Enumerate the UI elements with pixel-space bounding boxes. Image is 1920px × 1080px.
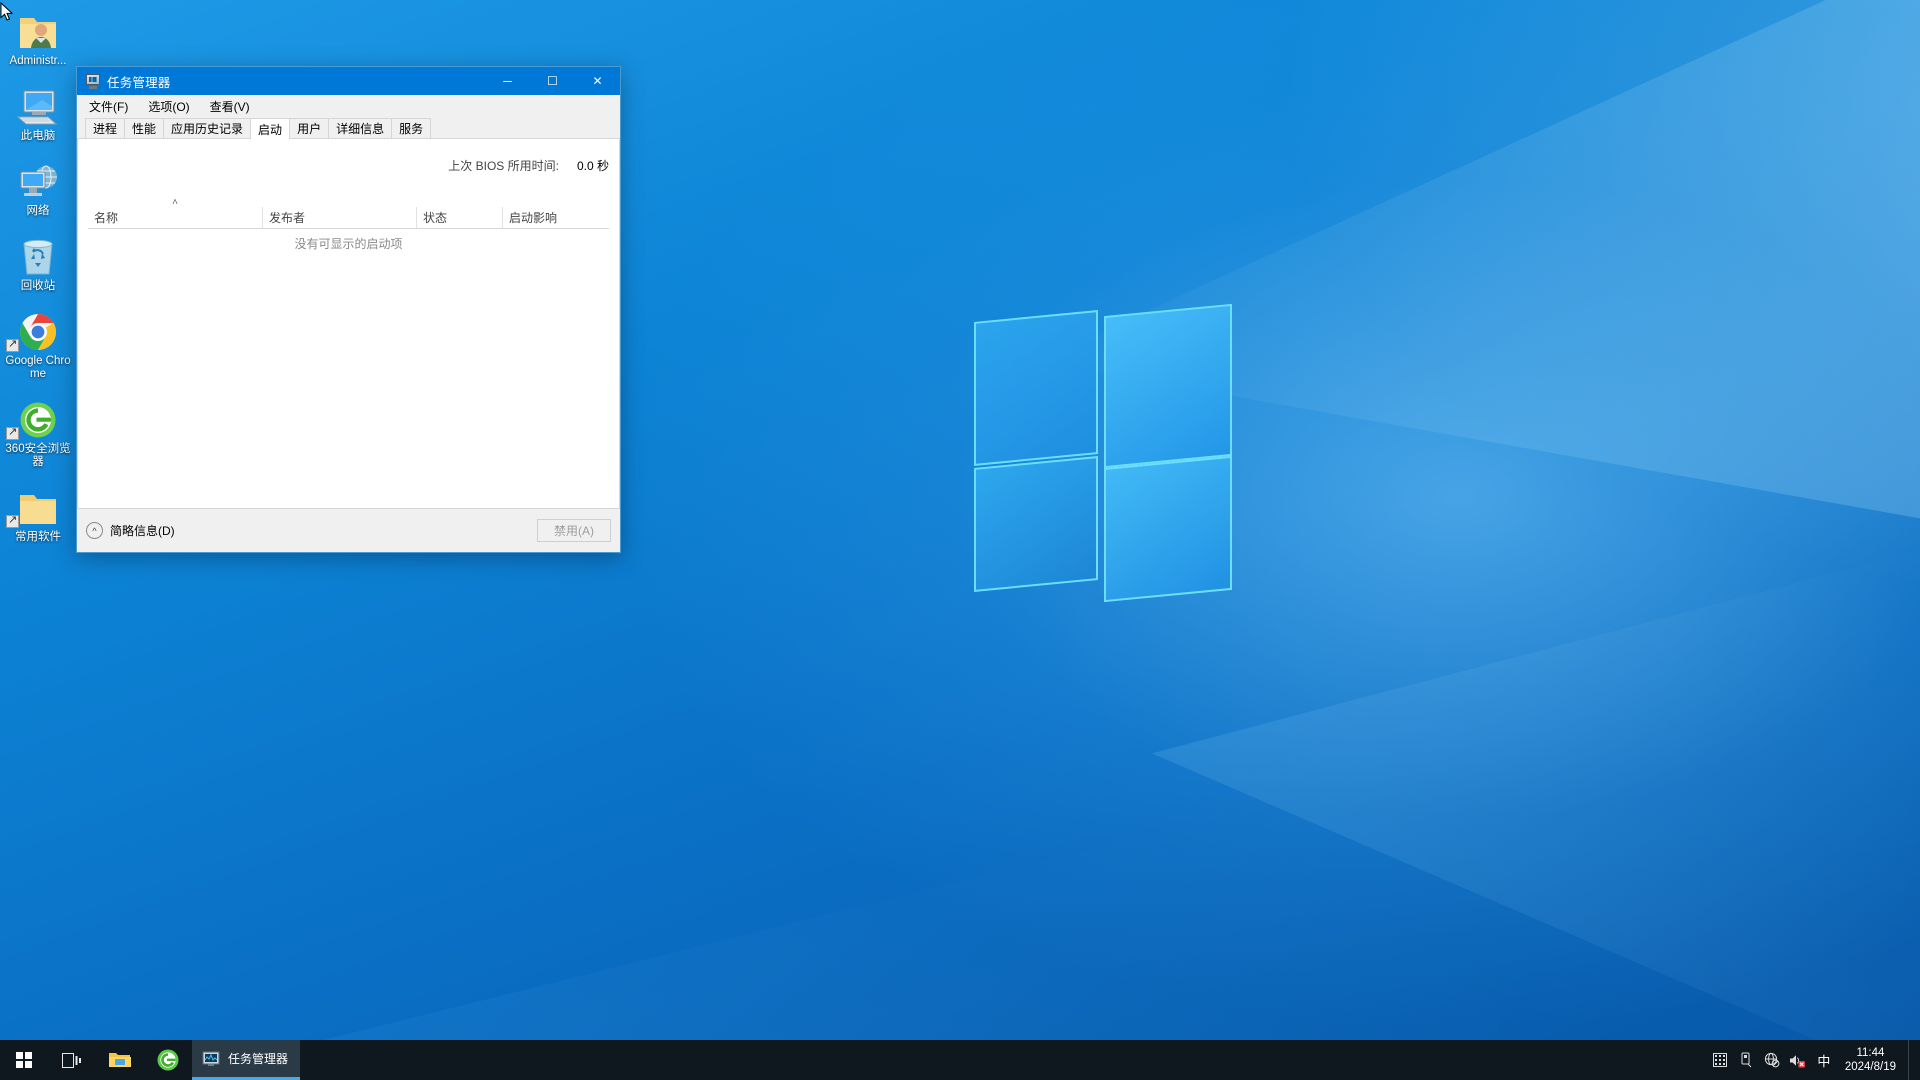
window-title: 任务管理器 bbox=[107, 75, 171, 90]
taskbar-item-label: 任务管理器 bbox=[228, 1052, 289, 1066]
tab-服务[interactable]: 服务 bbox=[391, 118, 432, 138]
window-titlebar[interactable]: 任务管理器 ─ ☐ ✕ bbox=[77, 67, 620, 95]
chrome-icon bbox=[0, 306, 76, 352]
minimize-button[interactable]: ─ bbox=[485, 67, 530, 95]
file-explorer-icon[interactable] bbox=[96, 1040, 144, 1080]
desktop-icon-label: 360安全浏览器 bbox=[5, 443, 71, 468]
shortcut-arrow-icon bbox=[6, 425, 19, 440]
tab-详细信息[interactable]: 详细信息 bbox=[328, 118, 393, 138]
task-manager-window[interactable]: 任务管理器 ─ ☐ ✕ 文件(F) 选项(O) 查看(V) 进程 性能 应用历史记录 启动… bbox=[76, 66, 621, 553]
sort-ascending-icon: ˄ bbox=[172, 197, 178, 208]
desktop-icon-4[interactable]: 回收站 bbox=[0, 231, 76, 293]
column-header-label: 发布者 bbox=[269, 211, 306, 225]
clock-date: 2024/8/19 bbox=[1844, 1061, 1896, 1073]
grid-icon[interactable] bbox=[1707, 1040, 1733, 1080]
desktop-icon-label: Administr... bbox=[9, 55, 67, 67]
window-status-bar: ^ 简略信息(D) 禁用(A) bbox=[77, 508, 620, 552]
mouse-cursor bbox=[0, 2, 14, 21]
360-browser-icon bbox=[0, 394, 76, 440]
desktop-icon-7[interactable]: 常用软件 bbox=[0, 482, 76, 544]
maximize-button[interactable]: ☐ bbox=[530, 67, 575, 95]
tab-strip[interactable]: 进程 性能 应用历史记录 启动 用户 详细信息 服务 bbox=[77, 117, 620, 139]
column-header-启动影响[interactable]: 启动影响 bbox=[502, 207, 582, 228]
menu-item-3[interactable]: 查看(V) bbox=[206, 96, 254, 117]
desktop-icon-label: 此电脑 bbox=[20, 130, 56, 142]
network-disconnected-icon[interactable] bbox=[1759, 1040, 1785, 1080]
show-desktop-button[interactable] bbox=[1908, 1040, 1916, 1080]
desktop-icon-6[interactable]: 360安全浏览器 bbox=[0, 394, 76, 469]
menu-bar[interactable]: 文件(F) 选项(O) 查看(V) bbox=[77, 95, 620, 117]
fewer-details-label: 简略信息(D) bbox=[110, 524, 175, 538]
speaker-muted-icon[interactable] bbox=[1785, 1040, 1811, 1080]
column-header-名称[interactable]: ˄ 名称 bbox=[88, 198, 262, 228]
column-header-label: 启动影响 bbox=[509, 211, 558, 225]
desktop-icon-2[interactable]: 此电脑 bbox=[0, 81, 76, 143]
column-header-row[interactable]: ˄ 名称 发布者 状态 启动影响 bbox=[88, 198, 609, 229]
task-manager-icon bbox=[202, 1051, 220, 1066]
startup-tab-panel: 上次 BIOS 所用时间: 0.0 秒 ˄ 名称 发布者 状态 启动影响 没有可显示的启… bbox=[77, 139, 620, 508]
column-header-label: 状态 bbox=[423, 211, 448, 225]
recycle-bin-icon bbox=[0, 231, 76, 277]
system-tray[interactable]: 中 11:44 2024/8/19 bbox=[1707, 1040, 1920, 1080]
desktop-icon-3[interactable]: 网络 bbox=[0, 156, 76, 218]
task-view-icon[interactable] bbox=[48, 1040, 96, 1080]
chevron-up-circle-icon: ^ bbox=[86, 522, 103, 539]
tab-用户[interactable]: 用户 bbox=[289, 118, 330, 138]
desktop-icon-5[interactable]: Google Chrome bbox=[0, 306, 76, 381]
menu-item-1[interactable]: 文件(F) bbox=[85, 96, 132, 117]
window-controls[interactable]: ─ ☐ ✕ bbox=[485, 67, 620, 95]
windows-logo-watermark bbox=[972, 303, 1264, 610]
360-browser-icon[interactable] bbox=[144, 1040, 192, 1080]
taskbar-clock[interactable]: 11:44 2024/8/19 bbox=[1837, 1046, 1908, 1074]
column-header-发布者[interactable]: 发布者 bbox=[262, 207, 416, 228]
clock-time: 11:44 bbox=[1856, 1047, 1885, 1059]
this-pc-icon bbox=[0, 81, 76, 127]
bios-time-row: 上次 BIOS 所用时间: 0.0 秒 bbox=[448, 157, 609, 174]
shortcut-arrow-icon bbox=[6, 337, 19, 352]
menu-item-2[interactable]: 选项(O) bbox=[144, 96, 193, 117]
empty-state-message: 没有可显示的启动项 bbox=[294, 237, 403, 251]
task-manager-icon bbox=[85, 73, 101, 89]
column-header-状态[interactable]: 状态 bbox=[416, 207, 502, 228]
desktop-icon-label: 常用软件 bbox=[15, 531, 61, 543]
ime-chinese-icon[interactable]: 中 bbox=[1811, 1040, 1837, 1080]
tab-进程[interactable]: 进程 bbox=[85, 118, 126, 138]
desktop-icon-label: Google Chrome bbox=[5, 355, 71, 380]
taskbar[interactable]: 任务管理器 中 11:44 2024/8/19 bbox=[0, 1040, 1920, 1080]
bios-time-value: 0.0 秒 bbox=[576, 159, 609, 173]
fewer-details-button[interactable]: ^ 简略信息(D) bbox=[86, 522, 175, 539]
tab-性能[interactable]: 性能 bbox=[124, 118, 165, 138]
taskbar-item-task-manager[interactable]: 任务管理器 bbox=[192, 1040, 301, 1080]
shortcut-arrow-icon bbox=[6, 513, 19, 528]
disable-button[interactable]: 禁用(A) bbox=[537, 519, 611, 542]
network-icon bbox=[0, 156, 76, 202]
column-header-label: 名称 bbox=[94, 211, 119, 225]
windows-start-icon[interactable] bbox=[0, 1040, 48, 1080]
desktop-icon-list: Administr... 此电脑 网络 回收站 Google Chrom bbox=[0, 6, 76, 557]
tab-启动[interactable]: 启动 bbox=[250, 118, 291, 139]
desktop-icon-label: 回收站 bbox=[20, 280, 56, 292]
close-button[interactable]: ✕ bbox=[575, 67, 620, 95]
bios-time-label: 上次 BIOS 所用时间: bbox=[448, 159, 559, 173]
desktop-icon-label: 网络 bbox=[26, 205, 50, 217]
tab-应用历史记录[interactable]: 应用历史记录 bbox=[163, 118, 252, 138]
usb-eject-icon[interactable] bbox=[1733, 1040, 1759, 1080]
folder-icon bbox=[0, 482, 76, 528]
